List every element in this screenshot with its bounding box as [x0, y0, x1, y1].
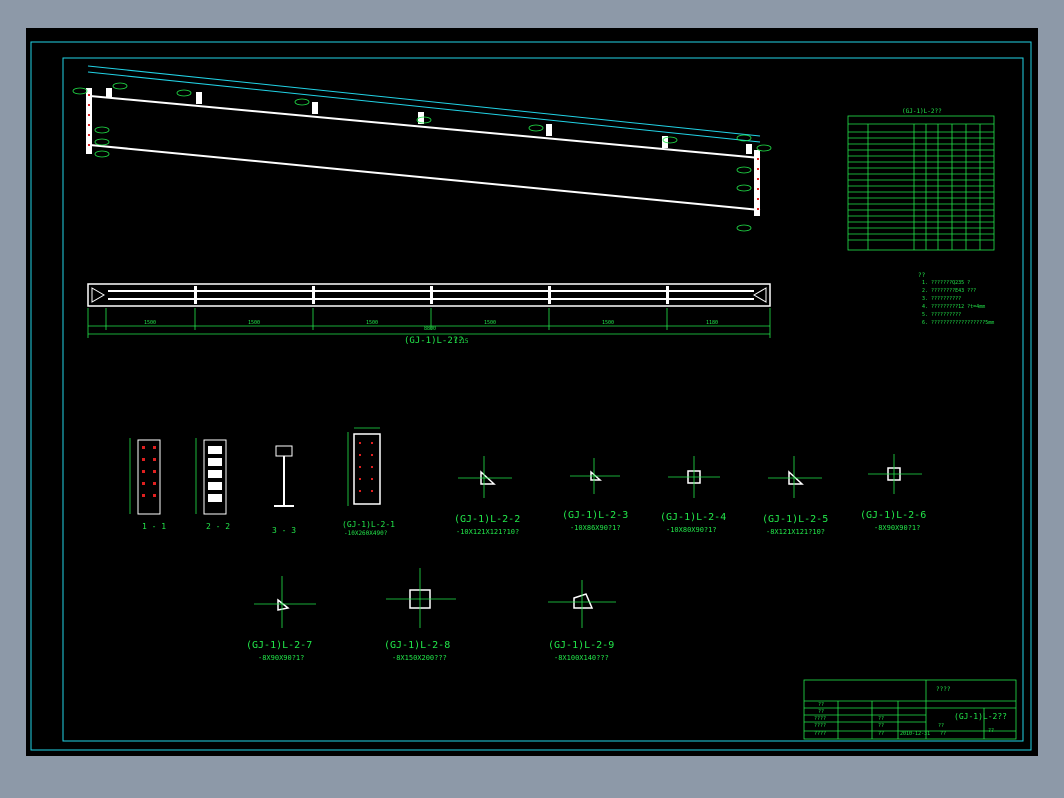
- section-1-1: [129, 438, 161, 515]
- cad-drawing-sheet[interactable]: (GJ-1)L-2?? 1:15 8800 1500 1500 1500 150…: [26, 28, 1038, 756]
- beam-plan: [87, 283, 771, 338]
- plate-2-1: [347, 427, 381, 506]
- detail-plates: [277, 467, 901, 611]
- section-2-2: [195, 438, 227, 515]
- title-block: [803, 679, 1017, 740]
- inner-frame: [62, 57, 1024, 742]
- outer-frame: [30, 41, 1032, 751]
- drawing-canvas[interactable]: [26, 28, 1038, 756]
- material-table: [847, 115, 995, 251]
- beam-elevation: [72, 65, 772, 232]
- section-3-3: [274, 445, 294, 507]
